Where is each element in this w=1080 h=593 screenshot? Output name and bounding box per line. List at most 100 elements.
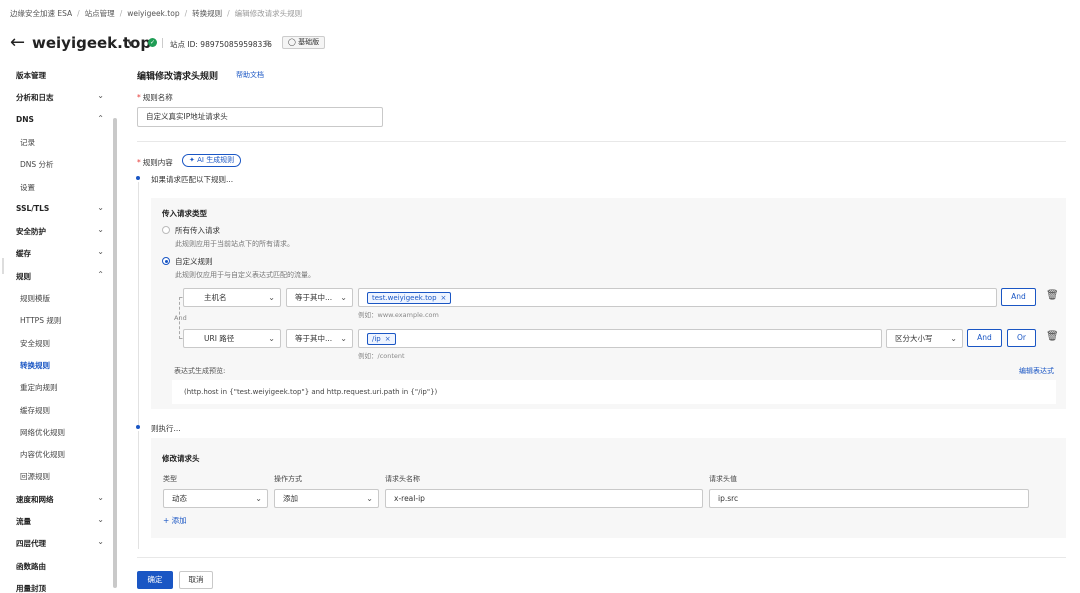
confirm-button[interactable]: 确定 (137, 571, 173, 589)
radio-all-requests[interactable] (162, 226, 170, 234)
chevron-down-icon: ⌄ (255, 494, 262, 503)
chevron-down-icon[interactable]: ⌄ (97, 515, 104, 524)
actions-panel (151, 438, 1066, 538)
back-arrow-icon[interactable]: ← (10, 34, 25, 52)
col-name-label: 请求头名称 (385, 475, 420, 483)
header-name-input[interactable]: x-real-ip (385, 489, 703, 508)
modify-header-title: 修改请求头 (162, 454, 200, 463)
condition-field-select[interactable]: 主机名 ⌄ (183, 288, 281, 307)
header-op-value: 添加 (283, 494, 298, 503)
header-value-input[interactable]: ip.src (709, 489, 1029, 508)
trash-icon[interactable]: 🗑 (1046, 290, 1059, 301)
radio-custom-rule[interactable] (162, 257, 170, 265)
sidebar-item[interactable]: 缓存规则 (0, 399, 110, 421)
sidebar-item[interactable]: 四层代理 ⌄ (0, 532, 110, 554)
sidebar-item[interactable]: 安全防护 ⌄ (0, 220, 110, 242)
and-button[interactable]: And (1001, 288, 1036, 306)
header-type-select[interactable]: 动态 ⌄ (163, 489, 268, 508)
sidebar-item[interactable]: HTTPS 规则 (0, 309, 110, 331)
sidebar-item[interactable]: 缓存 ⌄ (0, 242, 110, 264)
step-line (137, 431, 139, 549)
sidebar-item-label: 函数路由 (16, 561, 46, 571)
sidebar-item[interactable]: 网络优化规则 (0, 421, 110, 443)
required-mark: * (137, 158, 141, 167)
breadcrumb-separator: / (227, 9, 230, 18)
rule-name-input[interactable]: 自定义真实IP地址请求头 (137, 107, 383, 127)
close-icon[interactable]: × (385, 335, 391, 343)
sidebar-item[interactable]: 规则 ⌃ (0, 265, 110, 287)
sidebar-item[interactable]: 转换规则 (0, 354, 110, 376)
sidebar-item[interactable]: 用量封顶 (0, 577, 110, 593)
condition-operator-select[interactable]: 等于其中... ⌄ (286, 288, 353, 307)
sidebar-item[interactable]: DNS 分析 (0, 153, 110, 175)
add-header-link[interactable]: + 添加 (163, 515, 187, 526)
sidebar-item[interactable]: SSL/TLS ⌄ (0, 198, 110, 220)
close-icon[interactable]: × (441, 294, 447, 302)
breadcrumb-item[interactable]: 边缘安全加速 ESA (10, 9, 72, 18)
sidebar-item[interactable]: 设置 (0, 176, 110, 198)
chevron-down-icon[interactable]: ⌄ (97, 537, 104, 546)
incoming-type-title: 传入请求类型 (162, 209, 207, 218)
breadcrumb-separator: / (184, 9, 188, 18)
sidebar-item-label: 版本管理 (16, 71, 46, 80)
chevron-down-icon[interactable]: ⌄ (97, 91, 104, 100)
sidebar-resize-handle[interactable] (2, 258, 4, 274)
breadcrumb-separator: / (77, 9, 80, 18)
copy-icon[interactable]: ⧉ (265, 39, 270, 48)
cancel-button[interactable]: 取消 (179, 571, 213, 589)
or-button[interactable]: Or (1007, 329, 1036, 347)
value-tag-text: /ip (372, 335, 381, 343)
chevron-down-icon[interactable]: ⌄ (97, 493, 104, 502)
chevron-up-icon[interactable]: ⌃ (97, 114, 104, 123)
chevron-down-icon: ⌄ (340, 334, 347, 343)
sidebar-item[interactable]: 安全规则 (0, 332, 110, 354)
sidebar-item[interactable]: DNS ⌃ (0, 109, 110, 131)
sidebar-item[interactable]: 回源规则 (0, 465, 110, 487)
chevron-down-icon: ⌄ (950, 334, 957, 343)
chevron-down-icon: ⌄ (340, 293, 347, 302)
condition-value-input[interactable] (358, 288, 997, 307)
condition-value-input[interactable] (358, 329, 882, 348)
step-then-text: 则执行... (151, 424, 181, 433)
sidebar-item[interactable]: 流量 ⌄ (0, 510, 110, 532)
sidebar-scrollbar[interactable] (113, 118, 117, 588)
ai-generate-button[interactable]: ✦ AI 生成规则 (182, 154, 242, 167)
step-dot (136, 176, 140, 180)
help-doc-link[interactable]: 帮助文档 (236, 70, 264, 80)
sidebar-item[interactable]: 内容优化规则 (0, 443, 110, 465)
value-tag[interactable]: test.weiyigeek.top × (367, 292, 452, 304)
chevron-down-icon[interactable]: ⌄ (97, 225, 104, 234)
sidebar-item[interactable]: 版本管理 (0, 64, 110, 86)
sidebar-item[interactable]: 速度和网络 ⌄ (0, 488, 110, 510)
divider (162, 38, 163, 48)
sidebar: 版本管理分析和日志 ⌄ DNS ⌃ 记录 DNS 分析 设置 SSL/TLS ⌄ 安全防护 ⌄ 缓存 ⌄… (0, 64, 118, 593)
chevron-down-icon[interactable]: ⌄ (97, 247, 104, 256)
trash-icon[interactable]: 🗑 (1046, 331, 1059, 342)
sidebar-item[interactable]: 规则模版 (0, 287, 110, 309)
condition-field-select[interactable]: URI 路径 ⌄ (183, 329, 281, 348)
sidebar-item[interactable]: 记录 (0, 131, 110, 153)
col-op-label: 操作方式 (274, 475, 302, 483)
condition-operator-select[interactable]: 等于其中... ⌄ (286, 329, 353, 348)
sidebar-item-label: 缓存 (16, 249, 31, 259)
value-tag[interactable]: /ip × (367, 333, 396, 345)
sidebar-item[interactable]: 重定向规则 (0, 376, 110, 398)
sidebar-item[interactable]: 分析和日志 ⌄ (0, 86, 110, 108)
sidebar-item-label: 安全规则 (20, 338, 50, 348)
sidebar-item-label: 内容优化规则 (20, 450, 65, 460)
and-button[interactable]: And (967, 329, 1002, 347)
edit-expression-link[interactable]: 编辑表达式 (1019, 366, 1054, 376)
chevron-down-icon[interactable]: ⌄ (97, 203, 104, 212)
sidebar-item-label: 转换规则 (20, 360, 50, 370)
condition-hint: 例如：/content (358, 352, 405, 360)
chevron-up-icon[interactable]: ⌃ (97, 270, 104, 279)
rule-content-label-text: 规则内容 (142, 158, 173, 167)
case-sensitive-select[interactable]: 区分大小写 ⌄ (886, 329, 963, 348)
caret-down-icon[interactable]: ▼ (128, 40, 133, 48)
breadcrumb-item[interactable]: 站点管理 (85, 9, 115, 18)
sidebar-item[interactable]: 函数路由 (0, 555, 110, 577)
header-op-select[interactable]: 添加 ⌄ (274, 489, 379, 508)
breadcrumb-item[interactable]: weiyigeek.top (127, 9, 179, 18)
sidebar-item-label: 分析和日志 (16, 93, 54, 103)
breadcrumb-item[interactable]: 转换规则 (192, 9, 222, 18)
